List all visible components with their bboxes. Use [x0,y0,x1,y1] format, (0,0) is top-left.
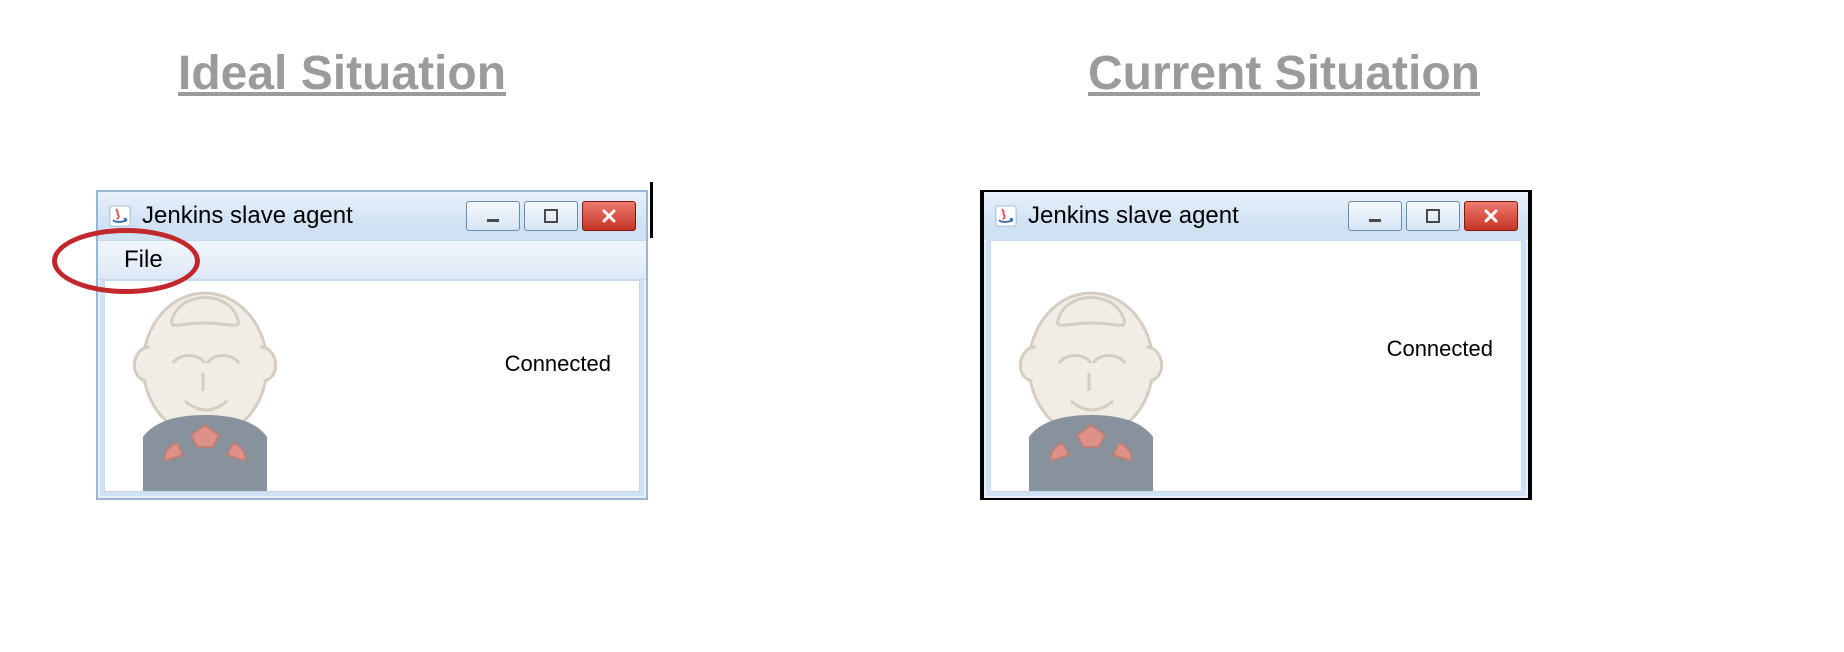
status-text: Connected [1387,336,1493,362]
maximize-button[interactable] [1406,201,1460,231]
status-text: Connected [505,351,611,377]
window-content: Connected [990,240,1522,492]
close-button[interactable] [1464,201,1518,231]
window-title: Jenkins slave agent [142,202,353,230]
minimize-button[interactable] [466,201,520,231]
titlebar[interactable]: Jenkins slave agent [984,192,1528,240]
heading-current: Current Situation [1088,46,1480,101]
java-icon [108,204,132,228]
minimize-button[interactable] [1348,201,1402,231]
jenkins-logo [990,277,1201,492]
heading-ideal: Ideal Situation [178,46,506,101]
window-content: Connected [104,280,640,492]
jenkins-window-current: Jenkins slave agent [980,190,1532,500]
java-icon [994,204,1018,228]
stray-caret [650,182,653,238]
menu-bar: File [98,240,646,280]
menu-file[interactable]: File [124,246,163,274]
window-title: Jenkins slave agent [1028,202,1239,230]
jenkins-window-ideal: Jenkins slave agent File [96,190,648,500]
jenkins-logo [104,280,315,492]
titlebar[interactable]: Jenkins slave agent [98,192,646,240]
maximize-button[interactable] [524,201,578,231]
close-button[interactable] [582,201,636,231]
